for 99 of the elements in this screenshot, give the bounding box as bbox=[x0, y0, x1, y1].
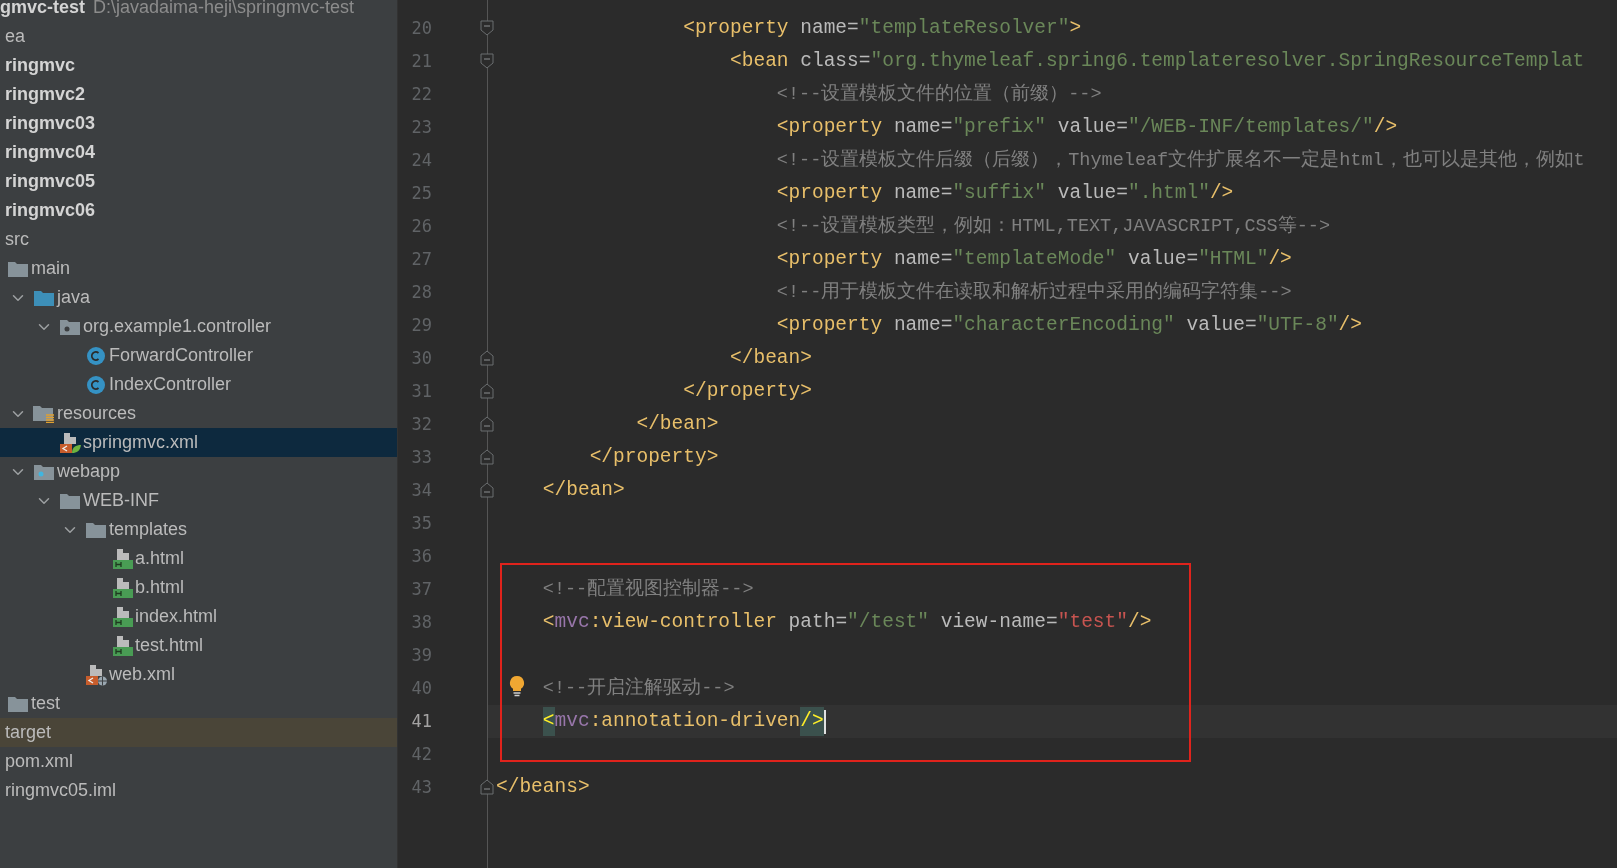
code-line: </property> bbox=[589, 444, 719, 470]
fold-icon[interactable] bbox=[480, 416, 494, 432]
code-line: <!--配置视图控制器--> bbox=[542, 577, 754, 602]
line-number: 21 bbox=[411, 49, 432, 73]
tree-item[interactable]: index.html bbox=[0, 602, 397, 631]
fold-icon[interactable] bbox=[480, 449, 494, 465]
code-line: <mvc:view-controller path="/test" view-name="test"/> bbox=[542, 609, 1152, 635]
code-line: </bean> bbox=[636, 411, 719, 437]
code-line: </bean> bbox=[542, 477, 625, 503]
folder-icon bbox=[8, 260, 28, 277]
project-name: gmvc-test bbox=[0, 0, 86, 19]
tree-item[interactable]: ringmvc05 bbox=[0, 167, 397, 196]
fold-icon[interactable] bbox=[480, 53, 494, 69]
tree-item[interactable]: ringmvc bbox=[0, 51, 397, 80]
html-file-icon bbox=[111, 605, 133, 628]
tree-item[interactable]: target bbox=[0, 718, 397, 747]
code-line: <property name="suffix" value=".html"/> bbox=[776, 180, 1234, 206]
tree-item[interactable]: resources bbox=[0, 399, 397, 428]
html-file-icon bbox=[111, 634, 133, 657]
html-file-icon bbox=[111, 576, 133, 599]
web-xml-icon bbox=[84, 663, 108, 686]
line-number: 39 bbox=[411, 643, 432, 667]
line-number: 37 bbox=[411, 577, 432, 601]
code-line: </property> bbox=[683, 378, 812, 404]
tree-item[interactable]: main bbox=[0, 254, 397, 283]
line-number: 24 bbox=[411, 148, 432, 172]
line-number: 33 bbox=[411, 445, 432, 469]
web-folder-icon bbox=[34, 463, 54, 480]
line-number: 43 bbox=[411, 775, 432, 799]
tree-item[interactable]: springmvc.xml bbox=[0, 428, 397, 457]
tree-item[interactable]: webapp bbox=[0, 457, 397, 486]
text-cursor bbox=[823, 709, 826, 734]
line-number: 30 bbox=[411, 346, 432, 370]
class-icon bbox=[86, 345, 106, 366]
code-line: <property name="characterEncoding" value="UTF-8"/> bbox=[776, 312, 1362, 338]
tree-item[interactable]: web.xml bbox=[0, 660, 397, 689]
line-number: 25 bbox=[411, 181, 432, 205]
code-line: <!--设置模板文件的位置（前缀）--> bbox=[776, 82, 1102, 107]
fold-icon[interactable] bbox=[480, 779, 494, 795]
code-line: </bean> bbox=[730, 345, 812, 371]
line-number: 36 bbox=[411, 544, 432, 568]
code-line: <bean class="org.thymeleaf.spring6.templateresolver.SpringResourceTemplat bbox=[730, 48, 1585, 74]
tree-item[interactable]: ringmvc03 bbox=[0, 109, 397, 138]
line-number: 23 bbox=[411, 115, 432, 139]
class-icon bbox=[86, 374, 106, 395]
line-number: 27 bbox=[411, 247, 432, 271]
tree-item[interactable]: b.html bbox=[0, 573, 397, 602]
resource-folder-icon bbox=[33, 404, 55, 423]
line-number: 34 bbox=[411, 478, 432, 502]
tree-item[interactable]: org.example1.controller bbox=[0, 312, 397, 341]
package-folder-icon bbox=[60, 318, 80, 335]
line-number: 35 bbox=[411, 511, 432, 535]
code-line: <!--用于模板文件在读取和解析过程中采用的编码字符集--> bbox=[776, 280, 1292, 305]
code-line: <property name="templateMode" value="HTML"/> bbox=[776, 246, 1292, 272]
code-line: <property name="templateResolver"> bbox=[683, 15, 1082, 41]
line-number: 22 bbox=[411, 82, 432, 106]
tree-item[interactable]: ea bbox=[0, 22, 397, 51]
tree-item[interactable]: java bbox=[0, 283, 397, 312]
tree-item[interactable]: a.html bbox=[0, 544, 397, 573]
line-number: 31 bbox=[411, 379, 432, 403]
line-number: 32 bbox=[411, 412, 432, 436]
tree-item[interactable]: src bbox=[0, 225, 397, 254]
line-number: 28 bbox=[411, 280, 432, 304]
code-line: <property name="prefix" value="/WEB-INF/templates/"/> bbox=[776, 114, 1398, 140]
tree-item[interactable]: ringmvc05.iml bbox=[0, 776, 397, 805]
line-number: 29 bbox=[411, 313, 432, 337]
folder-icon bbox=[8, 695, 28, 712]
tree-item[interactable]: ForwardController bbox=[0, 341, 397, 370]
spring-xml-icon bbox=[58, 431, 82, 454]
tree-item[interactable]: test bbox=[0, 689, 397, 718]
fold-icon[interactable] bbox=[480, 482, 494, 498]
code-line: </beans> bbox=[496, 774, 590, 800]
fold-icon[interactable] bbox=[480, 350, 494, 366]
line-number: 40 bbox=[411, 676, 432, 700]
folder-icon bbox=[34, 289, 54, 306]
line-number: 26 bbox=[411, 214, 432, 238]
folder-icon bbox=[60, 492, 80, 509]
tree-item[interactable]: WEB-INF bbox=[0, 486, 397, 515]
code-line: <mvc:annotation-driven/> bbox=[542, 706, 824, 737]
project-path: D:\javadaima-heji\springmvc-test bbox=[93, 0, 355, 19]
fold-icon[interactable] bbox=[480, 383, 494, 399]
tree-item[interactable]: templates bbox=[0, 515, 397, 544]
code-line: <!--设置模板文件后缀（后缀），Thymeleaf文件扩展名不一定是html，也可以是其他，例如t bbox=[776, 148, 1585, 173]
code-line: <!--设置模板类型，例如：HTML,TEXT,JAVASCRIPT,CSS等--> bbox=[776, 214, 1330, 239]
tree-item[interactable]: ringmvc2 bbox=[0, 80, 397, 109]
line-number: 41 bbox=[411, 709, 432, 733]
lightbulb-icon[interactable] bbox=[508, 675, 526, 697]
code-line: <!--开启注解驱动--> bbox=[542, 676, 735, 701]
fold-icon[interactable] bbox=[480, 20, 494, 36]
tree-item[interactable]: IndexController bbox=[0, 370, 397, 399]
tree-item[interactable]: test.html bbox=[0, 631, 397, 660]
folder-icon bbox=[86, 521, 106, 538]
line-number: 42 bbox=[411, 742, 432, 766]
line-number: 38 bbox=[411, 610, 432, 634]
line-number: 20 bbox=[411, 16, 432, 40]
tree-item[interactable]: ringmvc06 bbox=[0, 196, 397, 225]
tree-item[interactable]: ringmvc04 bbox=[0, 138, 397, 167]
tree-item[interactable]: pom.xml bbox=[0, 747, 397, 776]
html-file-icon bbox=[111, 547, 133, 570]
